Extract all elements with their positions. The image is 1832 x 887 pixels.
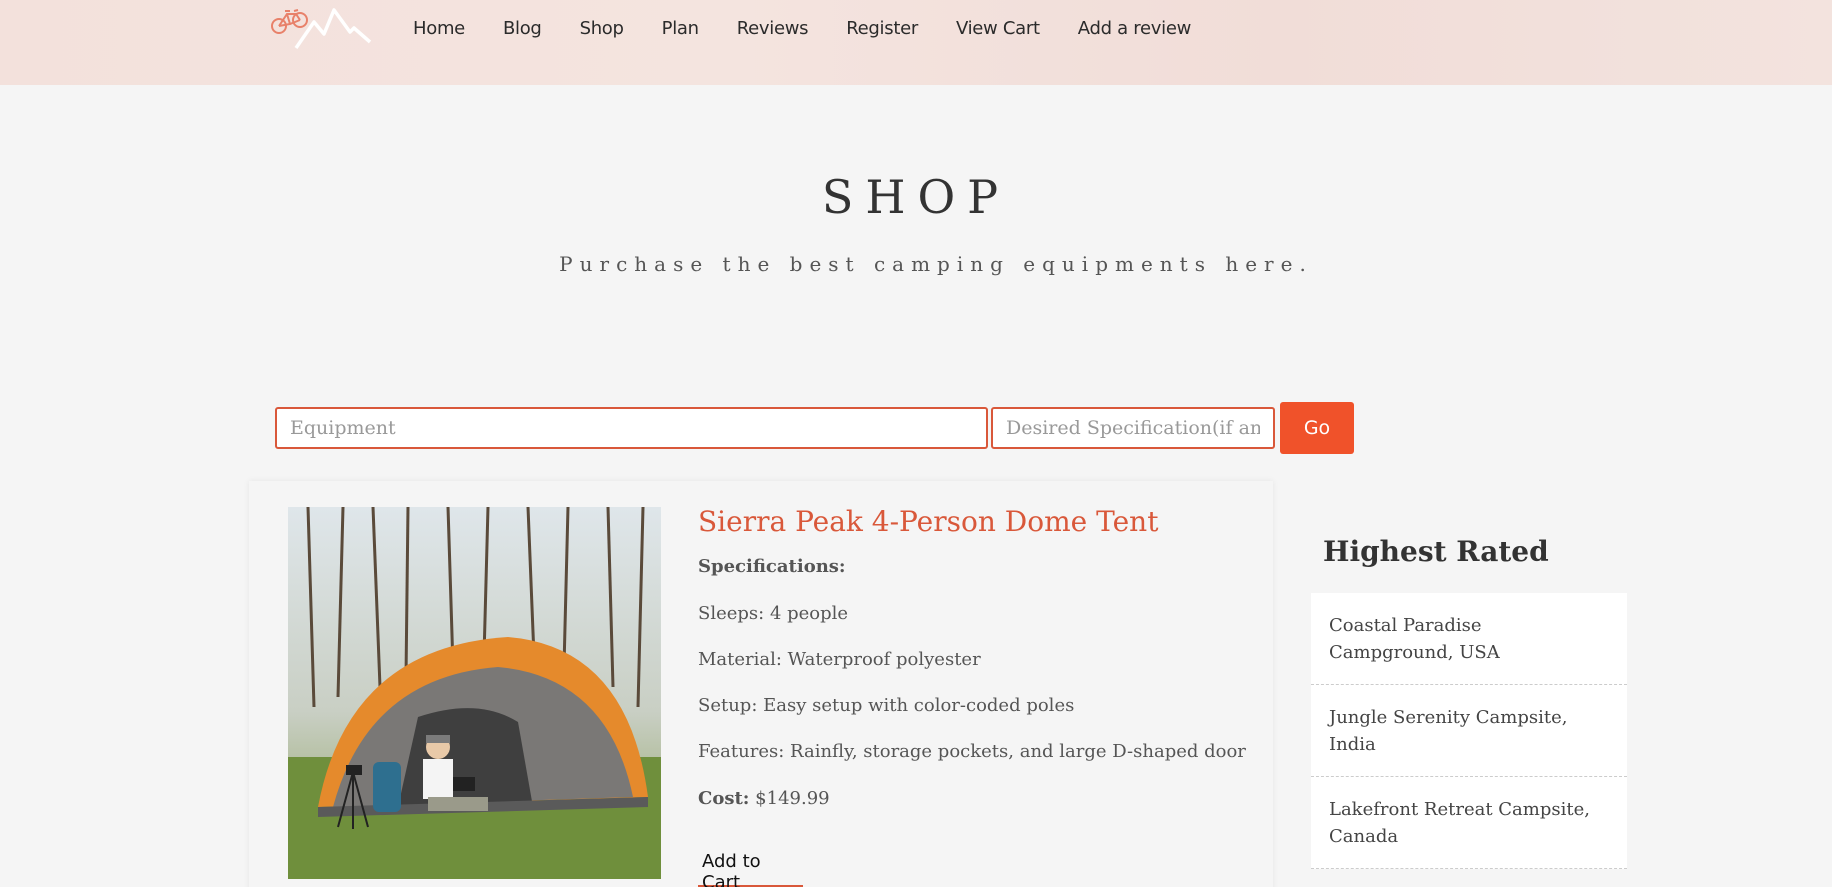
spec-heading: Specifications: <box>698 556 846 577</box>
nav-home[interactable]: Home <box>413 18 465 39</box>
nav-reviews[interactable]: Reviews <box>737 18 809 39</box>
equipment-search-input[interactable] <box>275 407 988 449</box>
cost-label: Cost: <box>698 788 750 809</box>
spec-features: Features: Rainfly, storage pockets, and … <box>698 741 1246 762</box>
nav-add-review[interactable]: Add a review <box>1078 18 1192 39</box>
cost-value: $149.99 <box>755 788 830 809</box>
nav-shop[interactable]: Shop <box>580 18 624 39</box>
list-item[interactable]: Lakefront Retreat Campsite, Canada <box>1311 777 1627 869</box>
spec-setup: Setup: Easy setup with color-coded poles <box>698 695 1075 716</box>
logo[interactable] <box>266 2 378 52</box>
nav-plan[interactable]: Plan <box>662 18 699 39</box>
spec-material: Material: Waterproof polyester <box>698 649 981 670</box>
product-cost: Cost: $149.99 <box>698 788 830 809</box>
add-to-cart-button[interactable]: Add to Cart <box>698 851 803 887</box>
main-nav: Home Blog Shop Plan Reviews Register Vie… <box>413 18 1229 39</box>
page-subtitle: Purchase the best camping equipments her… <box>559 252 1313 276</box>
go-button[interactable]: Go <box>1280 402 1354 454</box>
specification-input[interactable] <box>991 407 1275 449</box>
nav-view-cart[interactable]: View Cart <box>956 18 1040 39</box>
product-name[interactable]: Sierra Peak 4-Person Dome Tent <box>698 505 1158 538</box>
spec-sleeps: Sleeps: 4 people <box>698 603 849 624</box>
nav-register[interactable]: Register <box>846 18 918 39</box>
product-image <box>288 507 661 879</box>
page-title: SHOP <box>821 170 1011 224</box>
list-item[interactable]: Coastal Paradise Campground, USA <box>1311 593 1627 685</box>
highest-rated-list: Coastal Paradise Campground, USA Jungle … <box>1311 593 1627 869</box>
header-bar: Home Blog Shop Plan Reviews Register Vie… <box>0 0 1832 85</box>
sidebar-title: Highest Rated <box>1323 535 1549 568</box>
nav-blog[interactable]: Blog <box>503 18 542 39</box>
list-item[interactable]: Jungle Serenity Campsite, India <box>1311 685 1627 777</box>
